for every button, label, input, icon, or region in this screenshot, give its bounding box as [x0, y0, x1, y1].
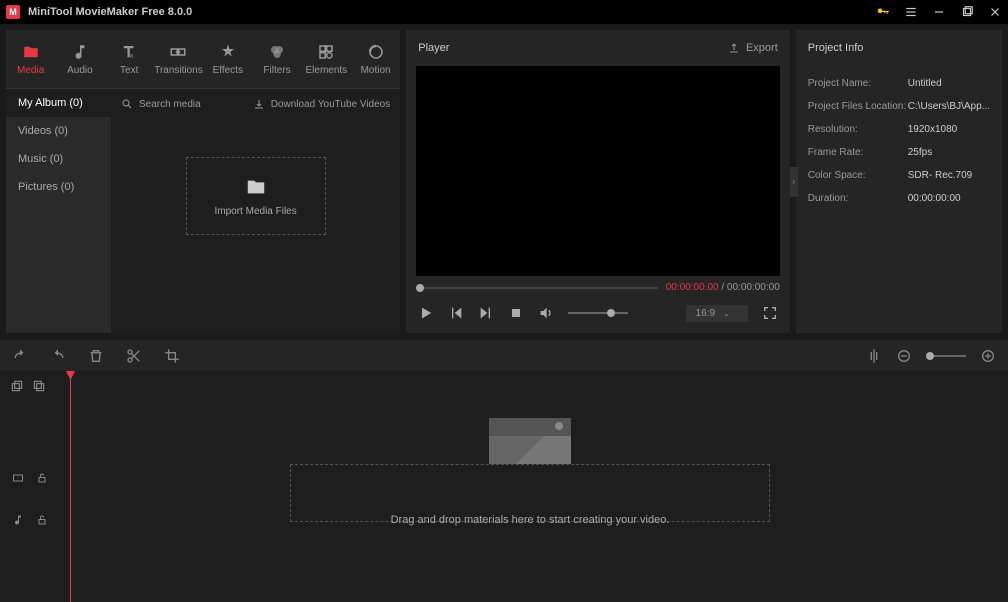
player-title: Player [418, 42, 449, 54]
project-info-list: Project Name:Untitled Project Files Loca… [796, 66, 1002, 216]
tab-filters[interactable]: Filters [252, 30, 301, 88]
close-button[interactable] [988, 5, 1002, 19]
project-info-header: Project Info [796, 30, 1002, 66]
video-track-icon [12, 472, 24, 484]
info-value: 00:00:00:00 [908, 193, 961, 204]
effects-icon [219, 43, 237, 61]
collapse-panel-button[interactable]: › [790, 167, 798, 197]
playhead[interactable] [70, 371, 71, 602]
sidebar-item-myalbum[interactable]: My Album (0) [6, 89, 111, 117]
transitions-icon [169, 43, 187, 61]
info-label: Color Space: [808, 170, 908, 181]
volume-button[interactable] [538, 305, 554, 321]
media-sidebar: My Album (0) Videos (0) Music (0) Pictur… [6, 89, 111, 333]
aspect-ratio-select[interactable]: 16:9 ⌄ [686, 305, 748, 322]
add-track-after-icon[interactable] [10, 379, 24, 393]
music-note-icon [71, 43, 89, 61]
info-value: SDR- Rec.709 [908, 170, 972, 181]
folder-icon [22, 43, 40, 61]
volume-slider[interactable] [568, 312, 628, 314]
app-title: MiniTool MovieMaker Free 8.0.0 [28, 6, 192, 18]
crop-button[interactable] [164, 348, 180, 364]
export-button[interactable]: Export [728, 42, 778, 54]
info-value: C:\Users\BJ\App... [908, 101, 990, 112]
player-time: 00:00:00.00 / 00:00:00:00 [666, 282, 780, 293]
next-frame-button[interactable] [478, 305, 494, 321]
player-preview[interactable] [416, 66, 780, 276]
undo-button[interactable] [12, 348, 28, 364]
add-track-before-icon[interactable] [32, 379, 46, 393]
menu-icon[interactable] [904, 5, 918, 19]
info-value: 25fps [908, 147, 932, 158]
export-label: Export [746, 42, 778, 54]
app-logo: M [6, 5, 20, 19]
play-button[interactable] [418, 305, 434, 321]
drop-hint-text: Drag and drop materials here to start cr… [290, 514, 770, 526]
split-button[interactable] [126, 348, 142, 364]
tab-motion[interactable]: Motion [351, 30, 400, 88]
text-icon: a [120, 43, 138, 61]
tab-text[interactable]: a Text [105, 30, 154, 88]
zoom-in-button[interactable] [980, 348, 996, 364]
fullscreen-button[interactable] [762, 305, 778, 321]
elements-icon [317, 43, 335, 61]
filters-icon [268, 43, 286, 61]
sidebar-item-videos[interactable]: Videos (0) [6, 117, 111, 145]
total-time: 00:00:00:00 [727, 282, 780, 293]
project-info-title: Project Info [808, 42, 864, 54]
sidebar-item-pictures[interactable]: Pictures (0) [6, 173, 111, 201]
audio-track-icon [12, 514, 24, 526]
folder-plus-icon [245, 176, 267, 198]
delete-button[interactable] [88, 348, 104, 364]
lock-icon[interactable] [36, 514, 48, 526]
tab-audio[interactable]: Audio [55, 30, 104, 88]
chevron-down-icon: ⌄ [723, 309, 730, 318]
player-seek-bar[interactable] [416, 287, 658, 289]
tab-transitions[interactable]: Transitions [154, 30, 203, 88]
titlebar: M MiniTool MovieMaker Free 8.0.0 [0, 0, 1008, 24]
minimize-button[interactable] [932, 5, 946, 19]
redo-button[interactable] [50, 348, 66, 364]
prev-frame-button[interactable] [448, 305, 464, 321]
info-label: Duration: [808, 193, 908, 204]
info-value: 1920x1080 [908, 124, 958, 135]
import-label: Import Media Files [215, 206, 297, 217]
zoom-out-button[interactable] [896, 348, 912, 364]
info-label: Frame Rate: [808, 147, 908, 158]
download-icon [253, 98, 265, 110]
player-header: Player Export [406, 30, 790, 66]
zoom-slider[interactable] [926, 355, 966, 357]
info-label: Resolution: [808, 124, 908, 135]
key-icon[interactable] [876, 5, 890, 19]
search-icon [121, 98, 133, 110]
maximize-button[interactable] [960, 5, 974, 19]
placeholder-image-icon [489, 418, 571, 464]
search-media-button[interactable]: Search media [121, 98, 201, 110]
search-label: Search media [139, 99, 201, 110]
sidebar-item-music[interactable]: Music (0) [6, 145, 111, 173]
current-time: 00:00:00.00 [666, 282, 719, 293]
audio-adjust-icon[interactable] [866, 348, 882, 364]
lock-icon[interactable] [36, 472, 48, 484]
info-value: Untitled [908, 78, 942, 89]
tab-media[interactable]: Media [6, 30, 55, 88]
export-icon [728, 42, 740, 54]
info-label: Project Name: [808, 78, 908, 89]
stop-button[interactable] [508, 305, 524, 321]
download-label: Download YouTube Videos [271, 99, 391, 110]
download-youtube-button[interactable]: Download YouTube Videos [253, 98, 391, 110]
svg-text:a: a [130, 53, 134, 59]
motion-icon [367, 43, 385, 61]
info-label: Project Files Location: [808, 101, 908, 112]
timeline-area[interactable]: Drag and drop materials here to start cr… [60, 371, 1008, 602]
tab-elements[interactable]: Elements [302, 30, 351, 88]
main-tabs: Media Audio a Text Transitions Effects F… [6, 30, 400, 88]
tab-effects[interactable]: Effects [203, 30, 252, 88]
import-media-button[interactable]: Import Media Files [186, 157, 326, 235]
